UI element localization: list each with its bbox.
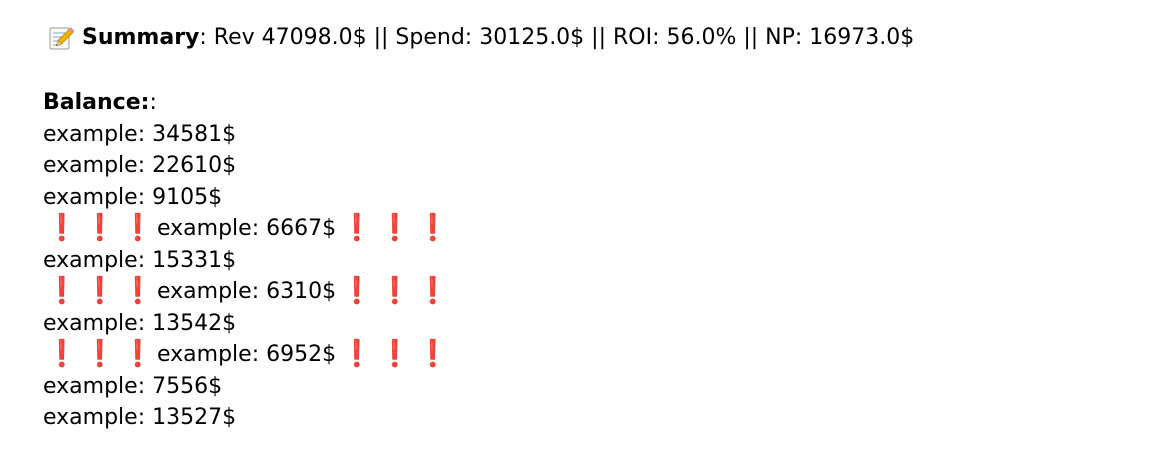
summary-separator: : [199, 25, 214, 50]
balance-row-flagged: ❗ ❗ ❗ example: 6952$ ❗ ❗ ❗ [43, 339, 452, 371]
balance-row-flagged: ❗ ❗ ❗ example: 6667$ ❗ ❗ ❗ [43, 213, 452, 245]
balance-heading: Balance:: [43, 87, 452, 119]
exclamation-icon: ❗ [45, 339, 79, 369]
summary-title: Summary [82, 25, 200, 50]
exclamation-icon: ❗ [121, 339, 155, 369]
exclamation-icon: ❗ [340, 276, 374, 306]
balance-list: example: 34581$ example: 22610$ example: 9… [43, 119, 452, 434]
balance-row-text: example: 6310$ [157, 279, 337, 304]
balance-row: example: 9105$ [43, 182, 452, 214]
exclamation-icon: ❗ [378, 276, 412, 306]
exclamation-icon: ❗ [378, 213, 412, 243]
exclamation-icon: ❗ [340, 339, 374, 369]
balance-row-text: example: 9105$ [43, 184, 223, 210]
exclamation-icon: ❗ [416, 213, 450, 243]
exclamation-icon: ❗ [45, 276, 79, 306]
balance-row: example: 13527$ [43, 402, 452, 434]
balance-title-suffix: : [149, 90, 157, 115]
exclamation-icon: ❗ [83, 339, 117, 369]
exclamation-icon: ❗ [121, 276, 155, 306]
balance-title: Balance: [43, 90, 150, 115]
summary-text: Rev 47098.0$ || Spend: 30125.0$ || ROI: … [213, 25, 915, 50]
summary-line: Summary : Rev 47098.0$ || Spend: 30125.0… [48, 22, 914, 54]
exclamation-icon: ❗ [83, 276, 117, 306]
exclamation-icon: ❗ [378, 339, 412, 369]
memo-icon [48, 25, 74, 51]
balance-section: Balance:: example: 34581$example: 22610$… [43, 87, 452, 434]
balance-row-text: example: 13542$ [43, 310, 237, 336]
balance-row: example: 22610$ [43, 150, 452, 182]
balance-row-text: example: 13527$ [43, 405, 237, 430]
balance-row-text: example: 22610$ [43, 153, 237, 178]
document: Summary : Rev 47098.0$ || Spend: 30125.0… [0, 0, 1150, 474]
exclamation-icon: ❗ [45, 213, 79, 243]
exclamation-icon: ❗ [416, 276, 450, 306]
balance-row: example: 7556$ [43, 371, 452, 403]
balance-row: example: 13542$ [43, 308, 452, 340]
balance-row-text: example: 6667$ [157, 216, 337, 241]
exclamation-icon: ❗ [83, 213, 117, 243]
exclamation-icon: ❗ [340, 213, 374, 243]
exclamation-icon: ❗ [121, 213, 155, 243]
balance-row: example: 34581$ [43, 119, 452, 151]
balance-row-text: example: 34581$ [43, 121, 237, 147]
balance-row-flagged: ❗ ❗ ❗ example: 6310$ ❗ ❗ ❗ [43, 276, 452, 308]
balance-row-text: example: 7556$ [43, 373, 223, 399]
balance-row: example: 15331$ [43, 245, 452, 277]
balance-row-text: example: 15331$ [43, 247, 237, 273]
balance-row-text: example: 6952$ [157, 342, 337, 367]
exclamation-icon: ❗ [416, 339, 450, 369]
